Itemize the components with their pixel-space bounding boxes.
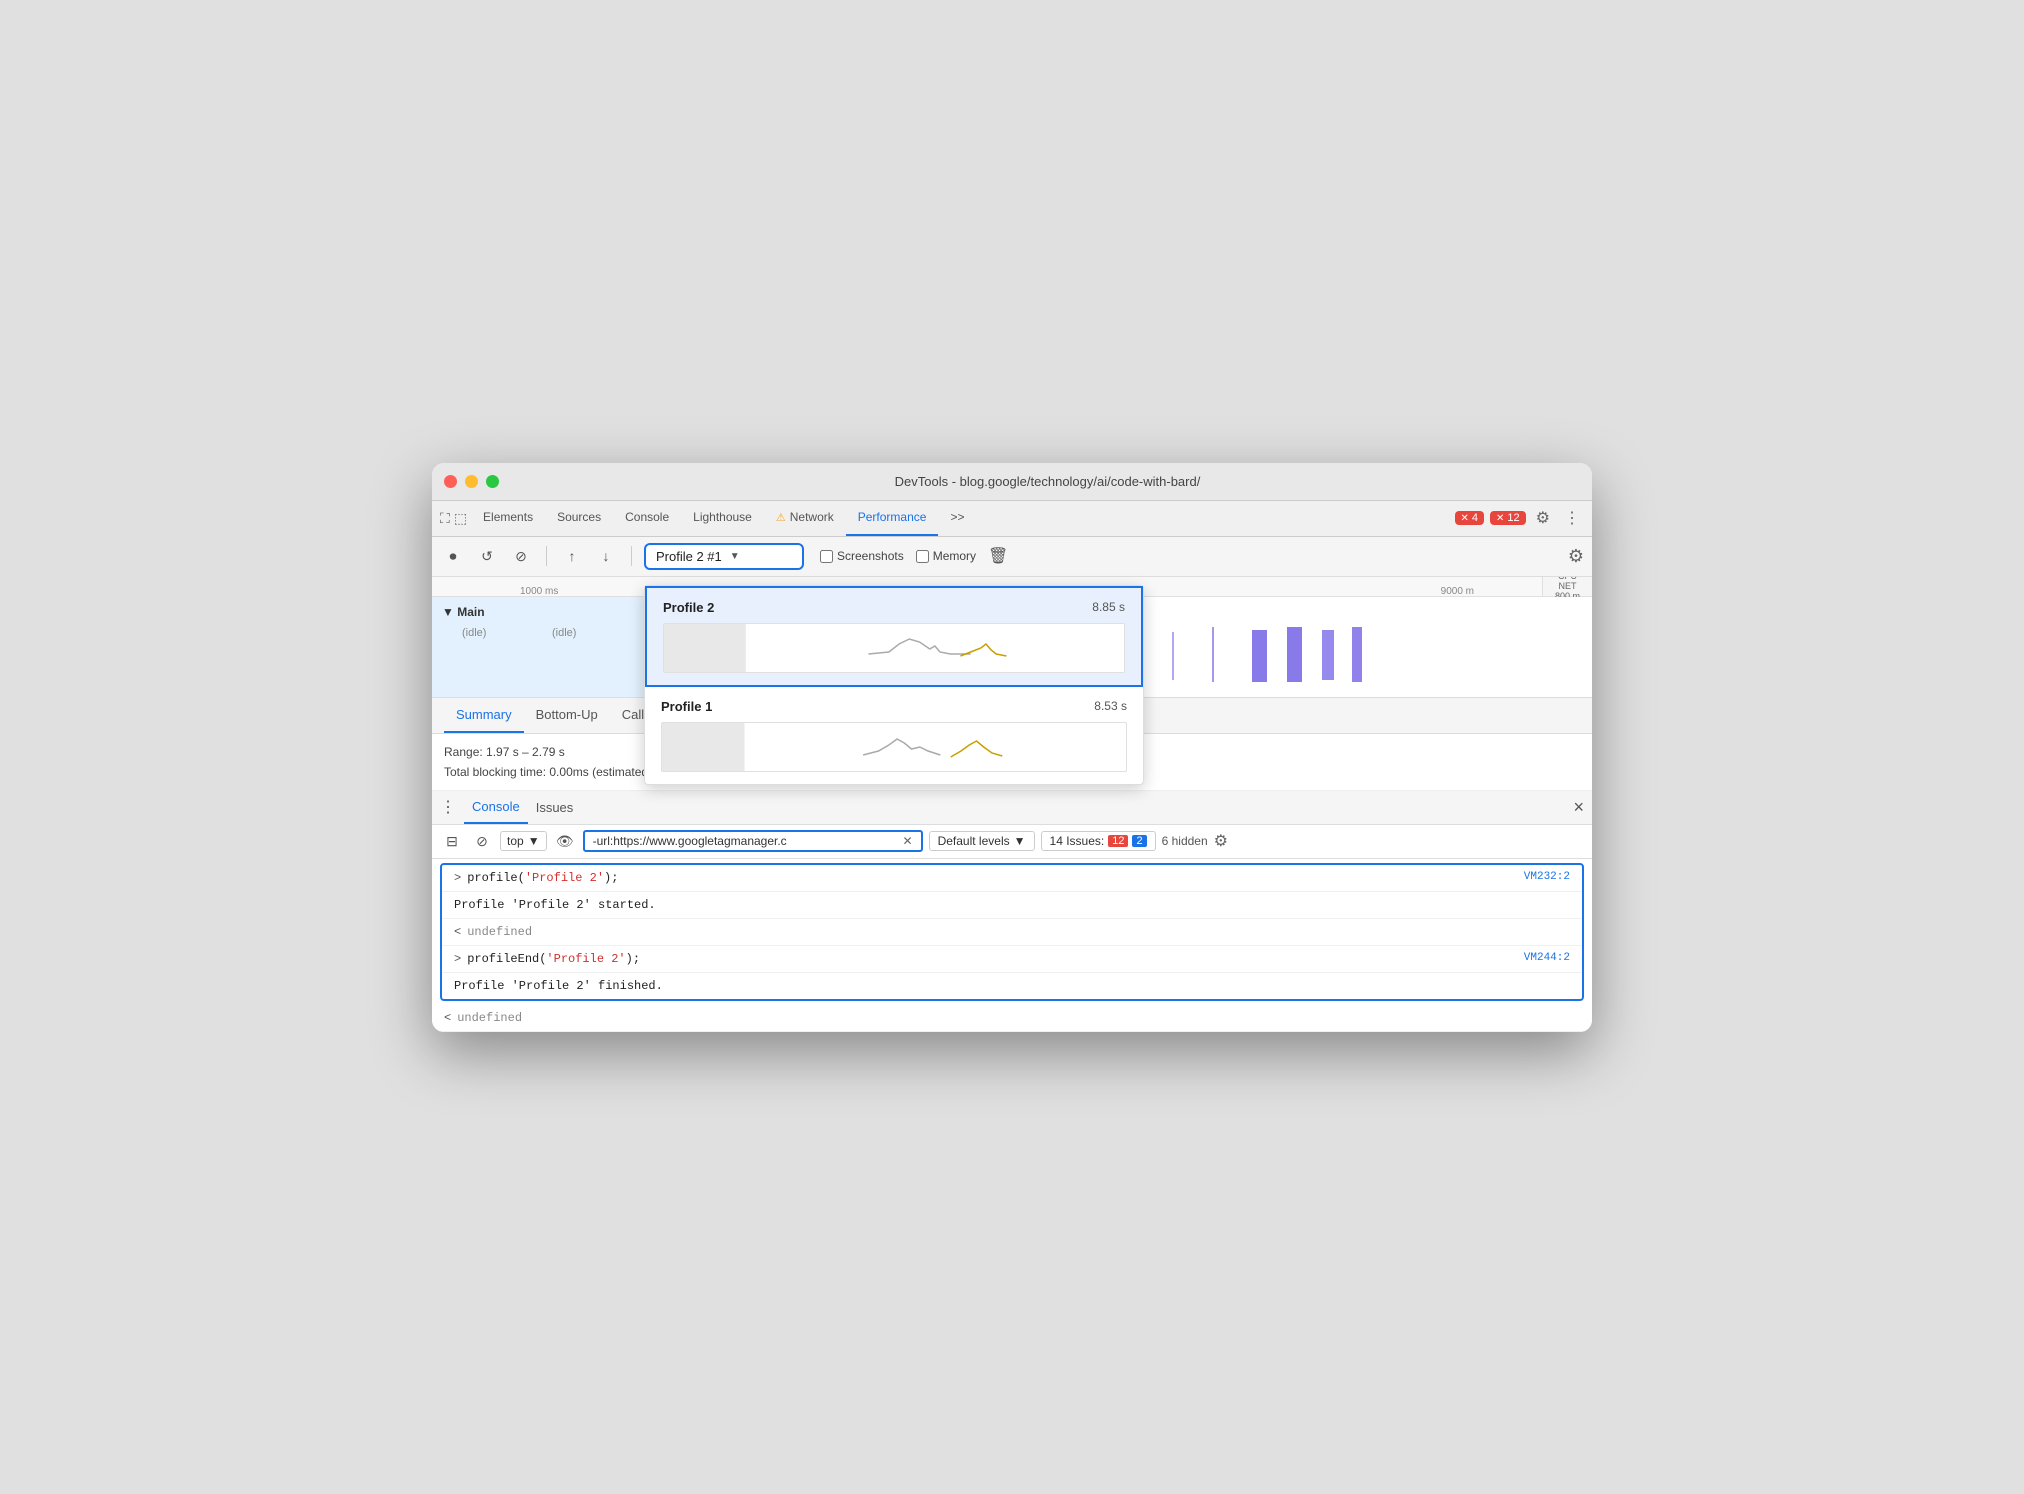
- download-button[interactable]: ↓: [593, 543, 619, 569]
- checkbox-group: Screenshots Memory 🗑: [820, 546, 1008, 566]
- network-warning-icon: ⚠: [776, 511, 786, 524]
- vm-link-2[interactable]: VM244:2: [1524, 950, 1570, 967]
- profile-2-title: Profile 2: [663, 600, 714, 615]
- profile-dropdown-wrapper: Profile 2 #1 ▼ Profile 2 8.85 s: [644, 543, 804, 570]
- tab-issues-bottom[interactable]: Issues: [528, 790, 582, 824]
- clear-console-button[interactable]: ⊘: [470, 829, 494, 853]
- maximize-button[interactable]: [486, 475, 499, 488]
- toolbar-right: ⚙: [1568, 546, 1584, 567]
- profile-2-time: 8.85 s: [1092, 600, 1125, 614]
- warning-count: 2: [1132, 835, 1146, 847]
- profile-dropdown-item-2[interactable]: Profile 2 8.85 s: [645, 586, 1143, 687]
- tab-elements[interactable]: Elements: [471, 500, 545, 536]
- separator-1: [546, 546, 547, 566]
- profile-dropdown-item-1[interactable]: Profile 1 8.53 s: [645, 687, 1143, 784]
- chevron-down-icon: ▼: [730, 551, 740, 562]
- console-line-profile-call: > profile( 'Profile 2' ); VM232:2: [442, 865, 1582, 892]
- context-arrow-icon: ▼: [528, 834, 540, 848]
- console-close-button[interactable]: ×: [1573, 797, 1584, 818]
- console-settings-icon[interactable]: ⚙: [1214, 831, 1228, 851]
- warning-badge[interactable]: ✕ 12: [1490, 511, 1526, 525]
- profile-1-time: 8.53 s: [1094, 699, 1127, 713]
- tab-sources[interactable]: Sources: [545, 500, 613, 536]
- console-output: > profile( 'Profile 2' ); VM232:2 Profil…: [432, 863, 1592, 1032]
- tab-bottom-up[interactable]: Bottom-Up: [524, 697, 610, 733]
- filter-text: -url:https://www.googletagmanager.c: [593, 834, 903, 848]
- console-drag-icon[interactable]: ⋮: [440, 797, 456, 817]
- console-toolbar: ⊟ ⊘ top ▼ 👁 -url:https://www.googletagma…: [432, 825, 1592, 859]
- error-count: 12: [1108, 835, 1128, 847]
- screenshots-checkbox[interactable]: [820, 550, 833, 563]
- separator-2: [631, 546, 632, 566]
- tab-lighthouse[interactable]: Lighthouse: [681, 500, 764, 536]
- context-label: top: [507, 834, 524, 848]
- levels-arrow-icon: ▼: [1014, 834, 1026, 848]
- profile-1-title: Profile 1: [661, 699, 712, 714]
- console-header: ⋮ Console Issues ×: [432, 791, 1592, 825]
- prompt-icon-3: >: [454, 950, 461, 968]
- prompt-icon-4: <: [444, 1009, 451, 1027]
- screenshots-checkbox-label[interactable]: Screenshots: [820, 549, 904, 563]
- filter-clear-icon[interactable]: ✕: [903, 834, 913, 848]
- cursor-icon[interactable]: ⛶: [440, 510, 450, 527]
- hidden-count: 6 hidden: [1162, 834, 1208, 848]
- settings-icon[interactable]: ⚙: [1532, 508, 1554, 528]
- error-badge[interactable]: ✕ 4: [1455, 511, 1485, 525]
- devtools-window: DevTools - blog.google/technology/ai/cod…: [432, 463, 1592, 1032]
- traffic-lights: [444, 475, 499, 488]
- console-line-profile-finished: Profile 'Profile 2' finished.: [442, 973, 1582, 999]
- close-button[interactable]: [444, 475, 457, 488]
- profile-2-preview: [663, 623, 1125, 673]
- tab-badges: ✕ 4 ✕ 12 ⚙ ⋮: [1455, 508, 1585, 528]
- tab-console[interactable]: Console: [613, 500, 681, 536]
- memory-checkbox-label[interactable]: Memory: [916, 549, 976, 563]
- console-line-undefined-1: < undefined: [442, 919, 1582, 946]
- profile-label: Profile 2 #1: [656, 549, 722, 564]
- ruler-mark-1000: 1000 ms: [520, 586, 558, 597]
- eye-icon-button[interactable]: 👁: [553, 829, 577, 853]
- profile-dropdown-menu: Profile 2 8.85 s Profile 1 8.53: [644, 585, 1144, 785]
- tab-more[interactable]: >>: [938, 500, 976, 536]
- ruler-mark-9000: 9000 m: [1441, 586, 1474, 597]
- minimize-button[interactable]: [465, 475, 478, 488]
- reload-button[interactable]: ↺: [474, 543, 500, 569]
- prompt-icon-2: <: [454, 923, 461, 941]
- console-highlighted-group: > profile( 'Profile 2' ); VM232:2 Profil…: [440, 863, 1584, 1001]
- profile-dropdown-button[interactable]: Profile 2 #1 ▼: [644, 543, 804, 570]
- window-title: DevTools - blog.google/technology/ai/cod…: [515, 474, 1580, 489]
- memory-checkbox[interactable]: [916, 550, 929, 563]
- titlebar: DevTools - blog.google/technology/ai/cod…: [432, 463, 1592, 501]
- sidebar-toggle-button[interactable]: ⊟: [440, 829, 464, 853]
- log-levels-selector[interactable]: Default levels ▼: [929, 831, 1035, 851]
- timeline-right-labels: CPU NET 800 m: [1542, 577, 1592, 596]
- performance-toolbar: ⏺ ↺ ⊘ ↑ ↓ Profile 2 #1 ▼ Profile 2 8.85 …: [432, 537, 1592, 577]
- tab-performance[interactable]: Performance: [846, 500, 939, 536]
- prompt-icon-1: >: [454, 869, 461, 887]
- delete-button[interactable]: 🗑: [988, 546, 1008, 566]
- profile-1-preview: [661, 722, 1127, 772]
- context-selector[interactable]: top ▼: [500, 831, 547, 851]
- filter-input-wrapper[interactable]: -url:https://www.googletagmanager.c ✕: [583, 830, 923, 852]
- vm-link-1[interactable]: VM232:2: [1524, 869, 1570, 886]
- console-line-profile-started: Profile 'Profile 2' started.: [442, 892, 1582, 919]
- upload-button[interactable]: ↑: [559, 543, 585, 569]
- console-area: ⋮ Console Issues × ⊟ ⊘ top ▼ 👁 -url:http…: [432, 791, 1592, 1032]
- issues-count-badge: 14 Issues: 12 2: [1041, 831, 1156, 851]
- console-line-undefined-2: < undefined: [432, 1005, 1592, 1032]
- capture-settings-icon[interactable]: ⚙: [1568, 546, 1584, 566]
- screenshots-label: Screenshots: [837, 549, 904, 563]
- tab-summary[interactable]: Summary: [444, 697, 524, 733]
- record-button[interactable]: ⏺: [440, 543, 466, 569]
- devtools-tabs: ⛶ ⬚ Elements Sources Console Lighthouse …: [432, 501, 1592, 537]
- tab-console-bottom[interactable]: Console: [464, 790, 528, 824]
- inspect-icon[interactable]: ⬚: [454, 510, 467, 527]
- main-track-label: ▼ Main: [442, 605, 485, 619]
- tab-network[interactable]: ⚠ Network: [764, 500, 846, 536]
- memory-label: Memory: [933, 549, 976, 563]
- net-label: NET: [1559, 581, 1577, 591]
- more-options-icon[interactable]: ⋮: [1560, 508, 1584, 528]
- console-line-profileend-call: > profileEnd( 'Profile 2' ); VM244:2: [442, 946, 1582, 973]
- cancel-button[interactable]: ⊘: [508, 543, 534, 569]
